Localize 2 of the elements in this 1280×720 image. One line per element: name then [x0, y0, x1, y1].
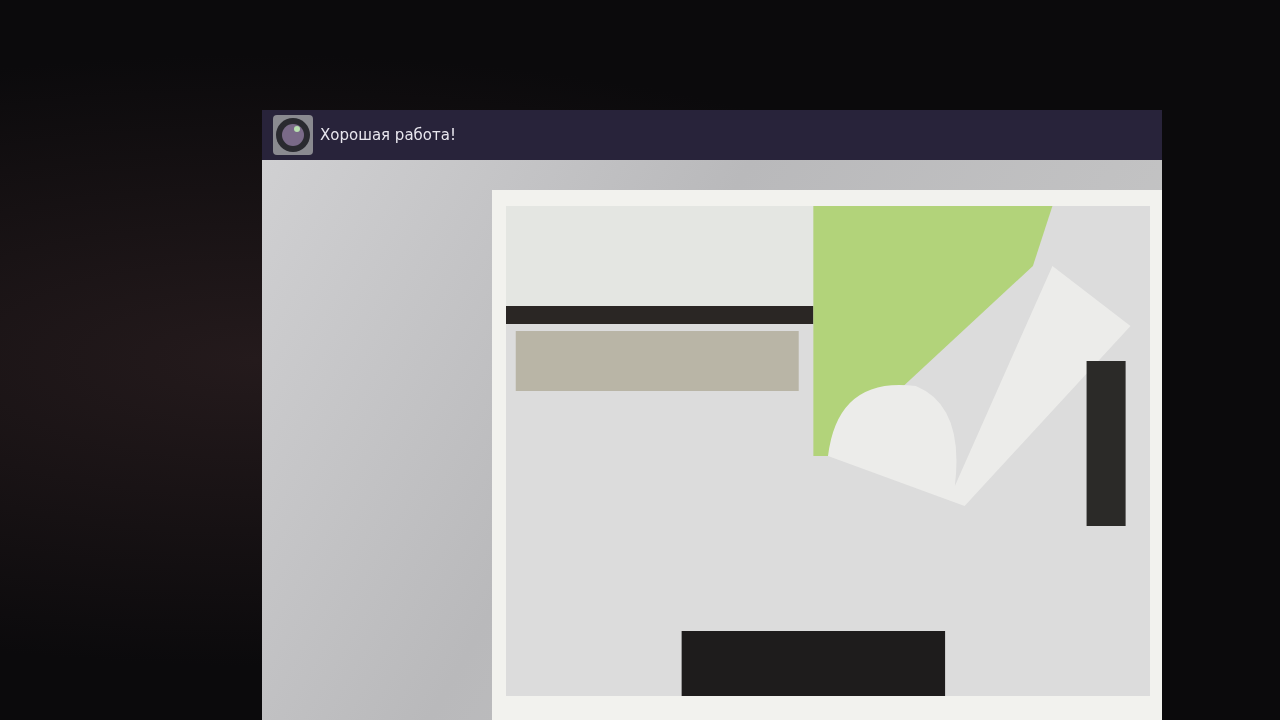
camera-lens-icon	[272, 114, 314, 156]
app-title: Хорошая работа!	[320, 126, 456, 144]
